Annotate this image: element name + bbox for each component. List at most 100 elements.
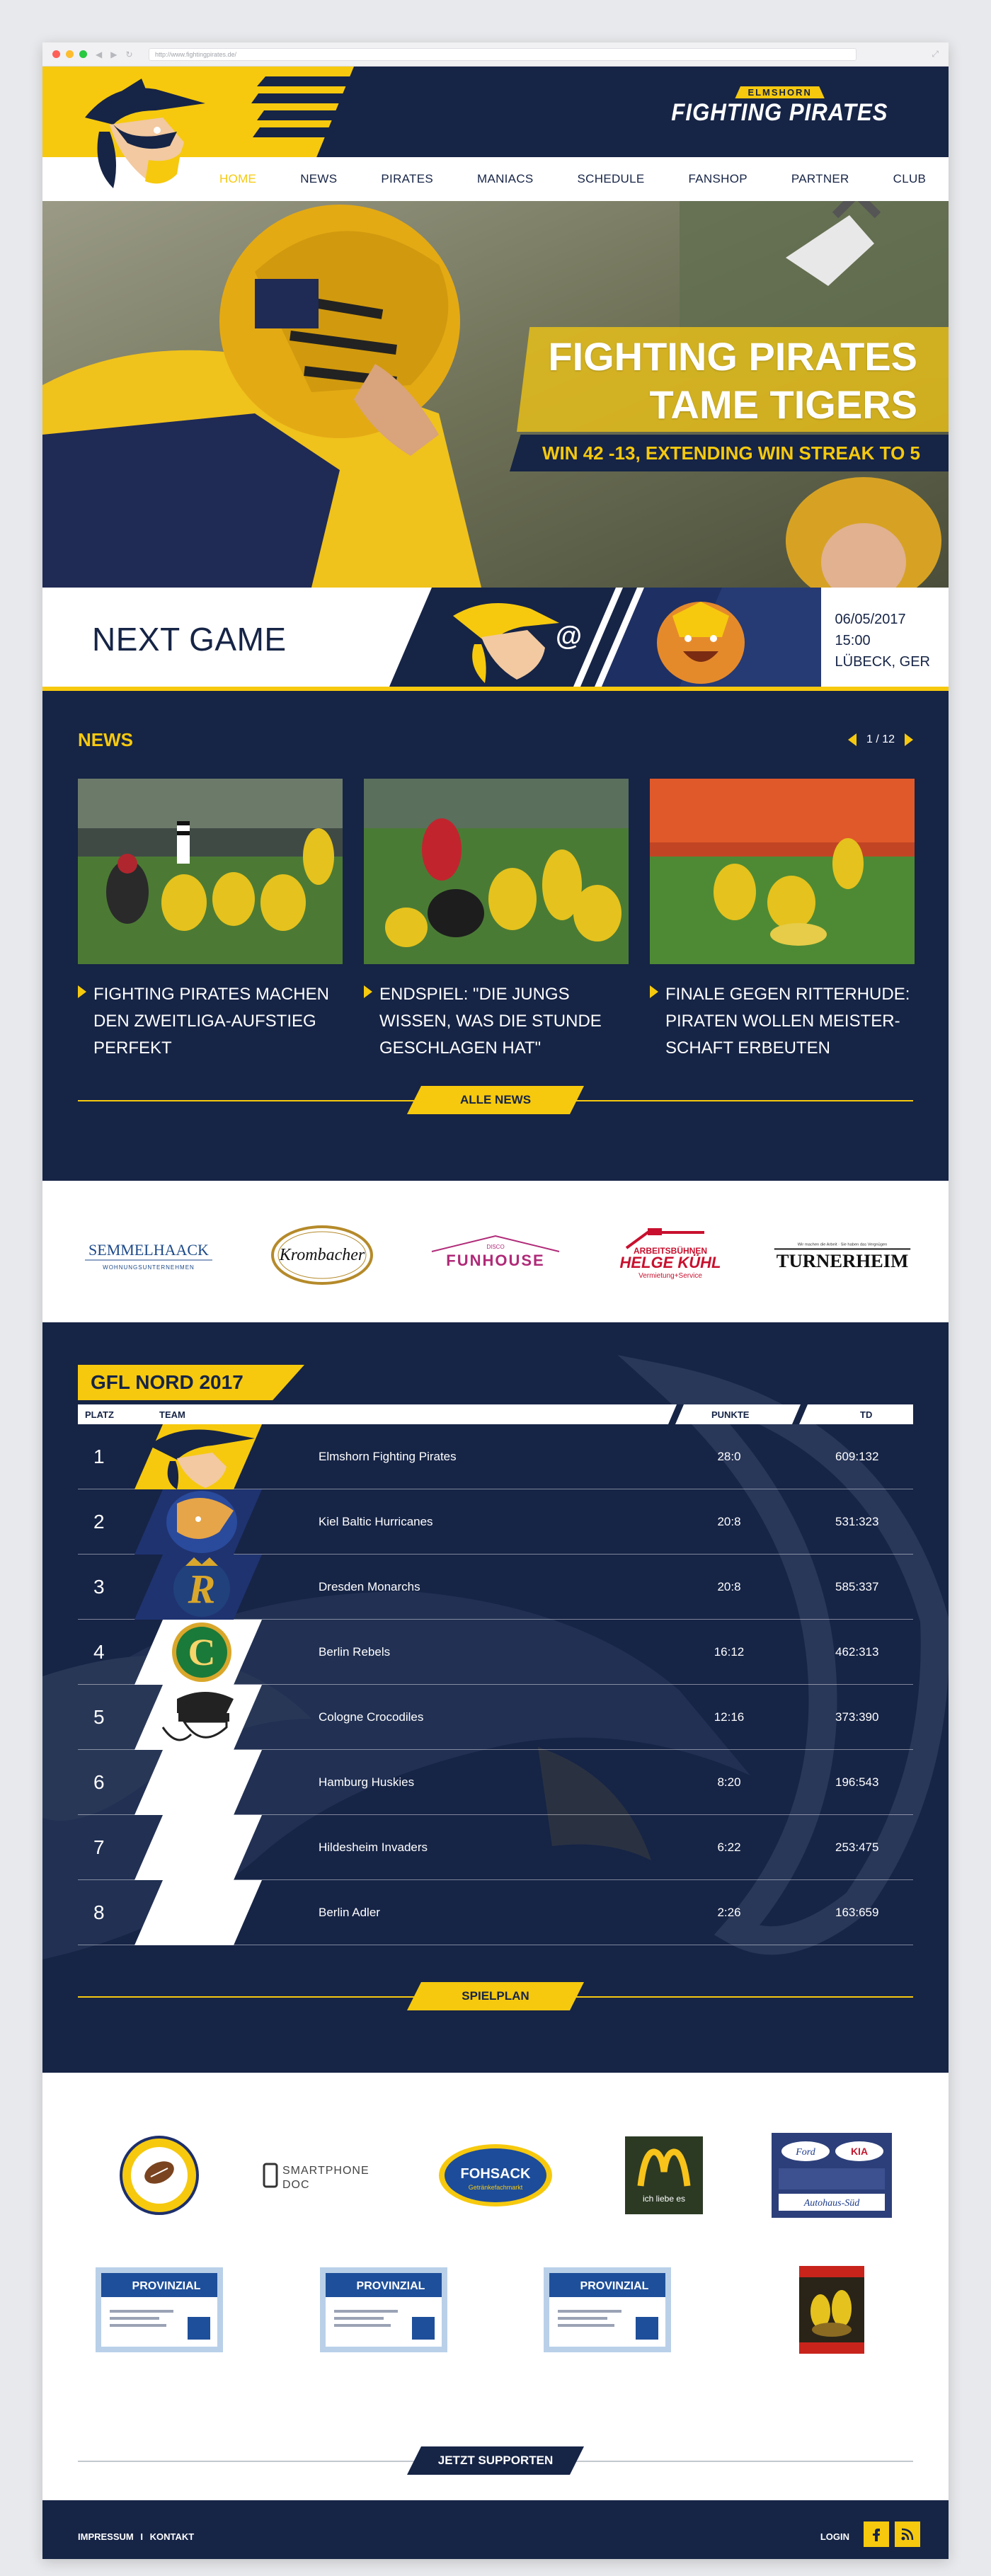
supporter-fohsack[interactable]: FOHSACK Getränkefachmarkt — [414, 2122, 577, 2228]
news-title-text[interactable]: ENDSPIEL: "DIE JUNGS WISSEN, WAS DIE STU… — [379, 981, 629, 1062]
news-pager: 1 / 12 — [847, 733, 913, 746]
table-row[interactable]: 6 Hamburg Huskies 8:20 196:543 — [78, 1750, 913, 1815]
team-name[interactable]: Berlin Adler — [319, 1906, 380, 1920]
team-placeholder-logo — [134, 1880, 262, 1945]
news-section: NEWS 1 / 12 FIGHTING PIRATES MACHEN DEN … — [42, 691, 949, 1181]
sponsor-funhouse[interactable]: DISCO FUNHOUSE — [425, 1223, 566, 1287]
sponsor-turnerheim[interactable]: Wir machen die Arbeit · Sie haben das Ve… — [772, 1223, 913, 1287]
nav-pirates[interactable]: PIRATES — [381, 172, 433, 186]
supporter-mcdonalds[interactable]: ich liebe es — [583, 2122, 745, 2228]
news-title[interactable]: FINALE GEGEN RITTERHUDE: PIRATEN WOLLEN … — [650, 981, 915, 1062]
news-title-text[interactable]: FINALE GEGEN RITTERHUDE: PIRATEN WOLLEN … — [665, 981, 915, 1062]
supporter-poster[interactable] — [750, 2257, 913, 2363]
pirate-logo-icon[interactable] — [71, 75, 212, 195]
table-row[interactable]: 4 C Berlin Rebels 16:12 462:313 — [78, 1620, 913, 1685]
back-arrow-icon[interactable]: ◀ — [96, 50, 102, 59]
expand-icon[interactable]: ⤢ — [932, 49, 939, 59]
provinzial-name: PROVINZIAL — [356, 2280, 425, 2292]
rank: 4 — [93, 1641, 105, 1663]
krombacher-logo-icon: Krombacher — [271, 1225, 373, 1285]
forward-arrow-icon[interactable]: ▶ — [110, 50, 117, 59]
table-row[interactable]: 7 Hildesheim Invaders 6:22 253:475 — [78, 1815, 913, 1880]
team-td: 585:337 — [835, 1580, 879, 1593]
news-card[interactable]: ENDSPIEL: "DIE JUNGS WISSEN, WAS DIE STU… — [364, 779, 629, 1062]
address-bar[interactable]: http://www.fightingpirates.de/ — [149, 48, 857, 61]
news-title-text[interactable]: FIGHTING PIRATES MACHEN DEN ZWEITLIGA-AU… — [93, 981, 343, 1062]
sponsor-krombacher[interactable]: Krombacher — [251, 1223, 393, 1287]
team-name[interactable]: Elmshorn Fighting Pirates — [319, 1450, 457, 1464]
team-name[interactable]: Kiel Baltic Hurricanes — [319, 1515, 433, 1529]
supporter-smartphone-doc[interactable]: SMARTPHONE DOC — [246, 2122, 409, 2228]
supporter-autohaus-sued[interactable]: Ford KIA Autohaus-Süd — [750, 2122, 913, 2228]
nav-news[interactable]: NEWS — [300, 172, 337, 186]
news-title[interactable]: FIGHTING PIRATES MACHEN DEN ZWEITLIGA-AU… — [78, 981, 343, 1062]
supporters-row-2: PROVINZIAL PROVINZIAL PROVINZIAL — [78, 2257, 913, 2363]
news-image[interactable] — [650, 779, 915, 964]
table-row[interactable]: 5 Cologne Crocodiles 12:16 373:390 — [78, 1685, 913, 1750]
sponsor-kuhl-name: HELGE KÜHL — [620, 1254, 721, 1271]
sponsor-funhouse-name: FUNHOUSE — [446, 1252, 544, 1269]
news-card[interactable]: FINALE GEGEN RITTERHUDE: PIRATEN WOLLEN … — [650, 779, 915, 1062]
table-row[interactable]: 8 Berlin Adler 2:26 163:659 — [78, 1880, 913, 1945]
team-name[interactable]: Cologne Crocodiles — [319, 1710, 423, 1724]
versus-at: @ — [556, 622, 583, 651]
table-row[interactable]: 3 R Dresden Monarchs 20:8 585:337 — [78, 1555, 913, 1620]
team-placeholder-logo — [134, 1750, 262, 1815]
crocodiles-logo-icon — [134, 1685, 262, 1750]
news-image[interactable] — [364, 779, 629, 964]
login-link[interactable]: LOGIN — [820, 2531, 849, 2542]
supporter-logo[interactable] — [78, 2122, 241, 2228]
hero-banner[interactable]: FIGHTING PIRATES TAME TIGERS WIN 42 -13,… — [42, 201, 949, 588]
away-team-logo-icon — [657, 602, 745, 684]
next-game-panel[interactable]: NEXT GAME @ 06/05/2017 15:00 LÜBECK, GER — [42, 588, 949, 691]
supporter-provinzial[interactable]: PROVINZIAL — [78, 2257, 241, 2363]
sponsor-helge-kuhl[interactable]: ARBEITSBÜHNEN HELGE KÜHL Vermietung+Serv… — [598, 1223, 740, 1287]
all-news-button[interactable]: ALLE NEWS — [407, 1086, 584, 1114]
news-image[interactable] — [78, 779, 343, 964]
next-arrow-icon[interactable] — [905, 733, 913, 746]
support-button[interactable]: JETZT SUPPORTEN — [407, 2446, 584, 2475]
team-points: 28:0 — [717, 1450, 741, 1463]
nav-home[interactable]: HOME — [219, 172, 256, 186]
rank: 7 — [93, 1836, 105, 1858]
reload-icon[interactable]: ↻ — [125, 50, 132, 59]
brand-wordmark[interactable]: ELMSHORN FIGHTING PIRATES — [662, 86, 898, 126]
impressum-link[interactable]: IMPRESSUM — [78, 2531, 134, 2542]
prev-arrow-icon[interactable] — [847, 733, 857, 746]
table-row[interactable]: 1 Elmshorn Fighting Pirates 28:0 609:132 — [78, 1424, 913, 1489]
team-points: 2:26 — [717, 1906, 741, 1919]
maximize-window-dot[interactable] — [79, 50, 87, 58]
hero-subtitle: WIN 42 -13, EXTENDING WIN STREAK TO 5 — [510, 435, 949, 471]
nav-fanshop[interactable]: FANSHOP — [689, 172, 747, 186]
rank: 2 — [93, 1511, 105, 1533]
minimize-window-dot[interactable] — [66, 50, 74, 58]
team-name[interactable]: Hamburg Huskies — [319, 1775, 414, 1790]
facebook-icon[interactable] — [864, 2521, 889, 2547]
team-name[interactable]: Berlin Rebels — [319, 1645, 390, 1659]
supporter-provinzial[interactable]: PROVINZIAL — [526, 2257, 689, 2363]
browser-chrome: ◀ ▶ ↻ http://www.fightingpirates.de/ ⤢ — [42, 42, 949, 67]
col-points: PUNKTE — [711, 1409, 750, 1420]
nav-maniacs[interactable]: MANIACS — [477, 172, 534, 186]
kontakt-link[interactable]: KONTAKT — [150, 2531, 195, 2542]
sponsor-semmelhaack[interactable]: SEMMELHAACK WOHNUNGSUNTERNEHMEN — [78, 1223, 219, 1287]
nav-schedule[interactable]: SCHEDULE — [578, 172, 645, 186]
nav-partner[interactable]: PARTNER — [791, 172, 849, 186]
rss-icon[interactable] — [895, 2521, 920, 2547]
league-title: GFL NORD 2017 — [78, 1365, 304, 1400]
table-row[interactable]: 2 Kiel Baltic Hurricanes 20:8 531:323 — [78, 1489, 913, 1555]
nav-club[interactable]: CLUB — [893, 172, 927, 186]
team-td: 196:543 — [835, 1775, 879, 1789]
sponsor-kuhl-sub: Vermietung+Service — [638, 1272, 702, 1280]
team-poster-icon — [798, 2266, 864, 2354]
next-game-time: 15:00 — [835, 633, 871, 648]
news-card[interactable]: FIGHTING PIRATES MACHEN DEN ZWEITLIGA-AU… — [78, 779, 343, 1062]
schedule-button[interactable]: SPIELPLAN — [407, 1982, 584, 2010]
header-slash — [792, 1404, 808, 1424]
hero-title-line1: FIGHTING PIRATES — [548, 334, 917, 379]
supporter-provinzial[interactable]: PROVINZIAL — [302, 2257, 465, 2363]
news-title[interactable]: ENDSPIEL: "DIE JUNGS WISSEN, WAS DIE STU… — [364, 981, 629, 1062]
team-name[interactable]: Dresden Monarchs — [319, 1580, 420, 1594]
team-name[interactable]: Hildesheim Invaders — [319, 1841, 428, 1855]
close-window-dot[interactable] — [52, 50, 60, 58]
